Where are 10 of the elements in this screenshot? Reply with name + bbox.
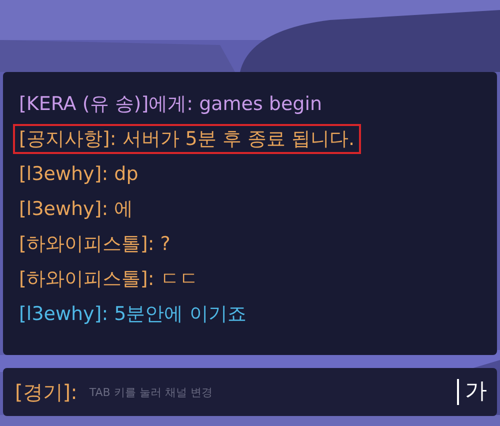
chat-message: [KERA (유 송)]에게: games begin (18, 92, 324, 117)
chat-message: [하와이피스톨]: ㄷㄷ (18, 267, 200, 292)
chat-message: [하와이피스톨]: ? (18, 232, 172, 257)
chat-message: [l3ewhy]: dp (18, 162, 140, 187)
chat-message: [l3ewhy]: 에 (18, 197, 134, 222)
chat-input-field[interactable]: TAB 키를 눌러 채널 변경 (87, 384, 457, 400)
chat-message: [l3ewhy]: 5분안에 이기죠 (18, 302, 248, 327)
ime-indicator: 가 (457, 379, 487, 405)
channel-label: [경기]: (15, 378, 78, 406)
chat-message: [공지사항]: 서버가 5분 후 종료 됩니다. (13, 124, 361, 154)
